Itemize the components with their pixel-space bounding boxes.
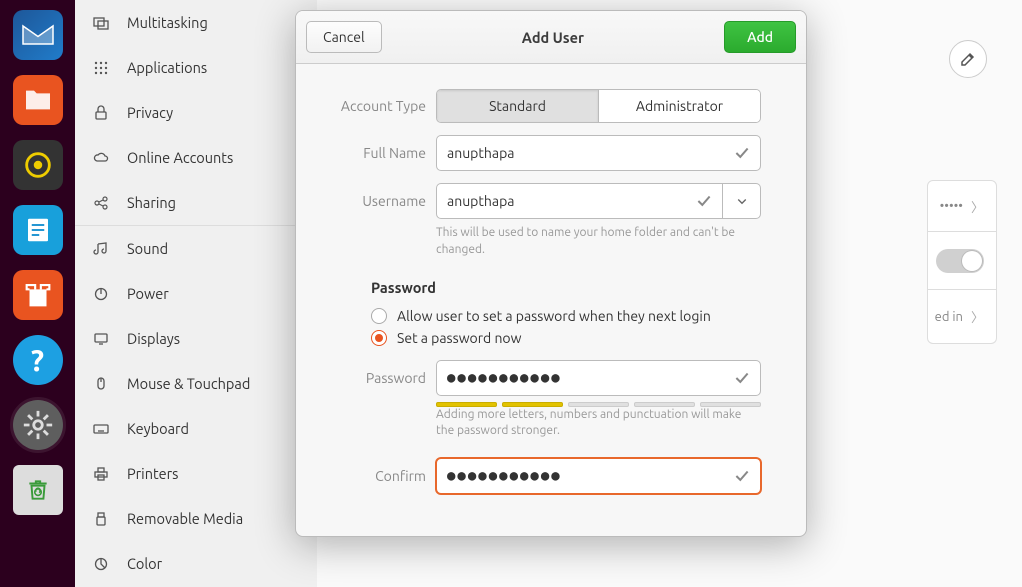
sidebar-label: Online Accounts — [127, 149, 233, 166]
username-input[interactable] — [436, 183, 723, 219]
strength-segment — [700, 402, 761, 407]
sidebar-item-displays[interactable]: Displays — [75, 316, 317, 361]
sidebar-item-sharing[interactable]: Sharing — [75, 180, 317, 225]
password-strength-meter — [436, 402, 761, 407]
dock-writer-icon[interactable] — [13, 205, 63, 255]
username-help: This will be used to name your home fold… — [436, 225, 761, 259]
dock-thunderbird-icon[interactable] — [13, 10, 63, 60]
grid-icon — [93, 60, 109, 76]
settings-sidebar: Multitasking Applications Privacy Online… — [75, 0, 317, 587]
fullname-input[interactable] — [436, 135, 761, 171]
usb-icon — [93, 511, 109, 527]
password-input[interactable] — [436, 360, 761, 396]
radio-now-label: Set a password now — [397, 330, 521, 346]
cancel-button[interactable]: Cancel — [306, 21, 382, 53]
username-label: Username — [326, 193, 426, 209]
bg-dots: ••••• — [940, 199, 963, 213]
lock-icon — [93, 105, 109, 121]
account-type-label: Account Type — [326, 98, 426, 114]
dock-rhythmbox-icon[interactable] — [13, 140, 63, 190]
radio-icon — [371, 330, 387, 346]
sidebar-item-color[interactable]: Color — [75, 541, 317, 586]
add-button[interactable]: Add — [724, 21, 796, 53]
chevron-right-icon: 〉 — [971, 197, 984, 216]
sidebar-item-mouse[interactable]: Mouse & Touchpad — [75, 361, 317, 406]
dock-files-icon[interactable] — [13, 75, 63, 125]
sidebar-item-power[interactable]: Power — [75, 271, 317, 316]
bg-row-activity[interactable]: ed in 〉 — [927, 290, 997, 344]
dialog-header: Cancel Add User Add — [296, 11, 806, 64]
standard-option[interactable]: Standard — [437, 90, 598, 122]
chevron-right-icon: 〉 — [971, 307, 984, 326]
bg-text: ed in — [935, 310, 963, 324]
password-help: Adding more letters, numbers and punctua… — [436, 407, 761, 441]
strength-segment — [502, 402, 563, 407]
radio-icon — [371, 308, 387, 324]
sidebar-label: Applications — [127, 59, 207, 76]
strength-segment — [634, 402, 695, 407]
launcher-dock: ? — [0, 0, 75, 587]
dialog-title: Add User — [522, 29, 584, 46]
dock-settings-icon[interactable] — [13, 400, 63, 450]
sidebar-label: Multitasking — [127, 14, 208, 31]
dock-trash-icon[interactable] — [13, 465, 63, 515]
music-icon — [93, 241, 109, 257]
radio-set-now[interactable]: Set a password now — [371, 330, 761, 346]
account-type-row: Account Type Standard Administrator — [326, 89, 761, 123]
share-icon — [93, 195, 109, 211]
sidebar-label: Mouse & Touchpad — [127, 375, 250, 392]
toggle-switch[interactable] — [936, 249, 984, 273]
sidebar-label: Sound — [127, 240, 168, 257]
display-icon — [93, 331, 109, 347]
edit-button[interactable] — [949, 40, 987, 78]
sidebar-item-keyboard[interactable]: Keyboard — [75, 406, 317, 451]
sidebar-label: Keyboard — [127, 420, 189, 437]
password-row: Password — [326, 360, 761, 396]
sidebar-item-removable[interactable]: Removable Media — [75, 496, 317, 541]
sidebar-label: Privacy — [127, 104, 173, 121]
bg-row-password[interactable]: ••••• 〉 — [927, 180, 997, 232]
add-user-dialog: Cancel Add User Add Account Type Standar… — [295, 10, 807, 537]
strength-segment — [568, 402, 629, 407]
color-icon — [93, 556, 109, 572]
sidebar-label: Power — [127, 285, 169, 302]
multitasking-icon — [93, 15, 109, 31]
radio-later-label: Allow user to set a password when they n… — [397, 308, 711, 324]
keyboard-icon — [93, 421, 109, 437]
confirm-row: Confirm — [326, 458, 761, 494]
sidebar-item-printers[interactable]: Printers — [75, 451, 317, 496]
administrator-option[interactable]: Administrator — [598, 90, 760, 122]
sidebar-item-multitasking[interactable]: Multitasking — [75, 0, 317, 45]
account-type-segmented: Standard Administrator — [436, 89, 761, 123]
dock-software-icon[interactable] — [13, 270, 63, 320]
strength-segment — [436, 402, 497, 407]
sidebar-item-sound[interactable]: Sound — [75, 226, 317, 271]
fullname-row: Full Name — [326, 135, 761, 171]
dialog-body: Account Type Standard Administrator Full… — [296, 64, 806, 536]
username-suggestions-button[interactable] — [723, 183, 761, 219]
printer-icon — [93, 466, 109, 482]
confirm-label: Confirm — [326, 468, 426, 484]
username-row: Username — [326, 183, 761, 219]
sidebar-label: Color — [127, 555, 162, 572]
sidebar-item-applications[interactable]: Applications — [75, 45, 317, 90]
dock-help-icon[interactable]: ? — [13, 335, 63, 385]
fullname-label: Full Name — [326, 145, 426, 161]
cloud-icon — [93, 150, 109, 166]
password-label: Password — [326, 370, 426, 386]
power-icon — [93, 286, 109, 302]
sidebar-label: Printers — [127, 465, 178, 482]
mouse-icon — [93, 376, 109, 392]
password-section-title: Password — [371, 279, 761, 296]
bg-row-toggle[interactable] — [927, 232, 997, 290]
radio-set-later[interactable]: Allow user to set a password when they n… — [371, 308, 761, 324]
sidebar-label: Sharing — [127, 194, 176, 211]
sidebar-label: Displays — [127, 330, 180, 347]
sidebar-item-online-accounts[interactable]: Online Accounts — [75, 135, 317, 180]
sidebar-label: Removable Media — [127, 510, 243, 527]
sidebar-item-privacy[interactable]: Privacy — [75, 90, 317, 135]
confirm-input[interactable] — [436, 458, 761, 494]
